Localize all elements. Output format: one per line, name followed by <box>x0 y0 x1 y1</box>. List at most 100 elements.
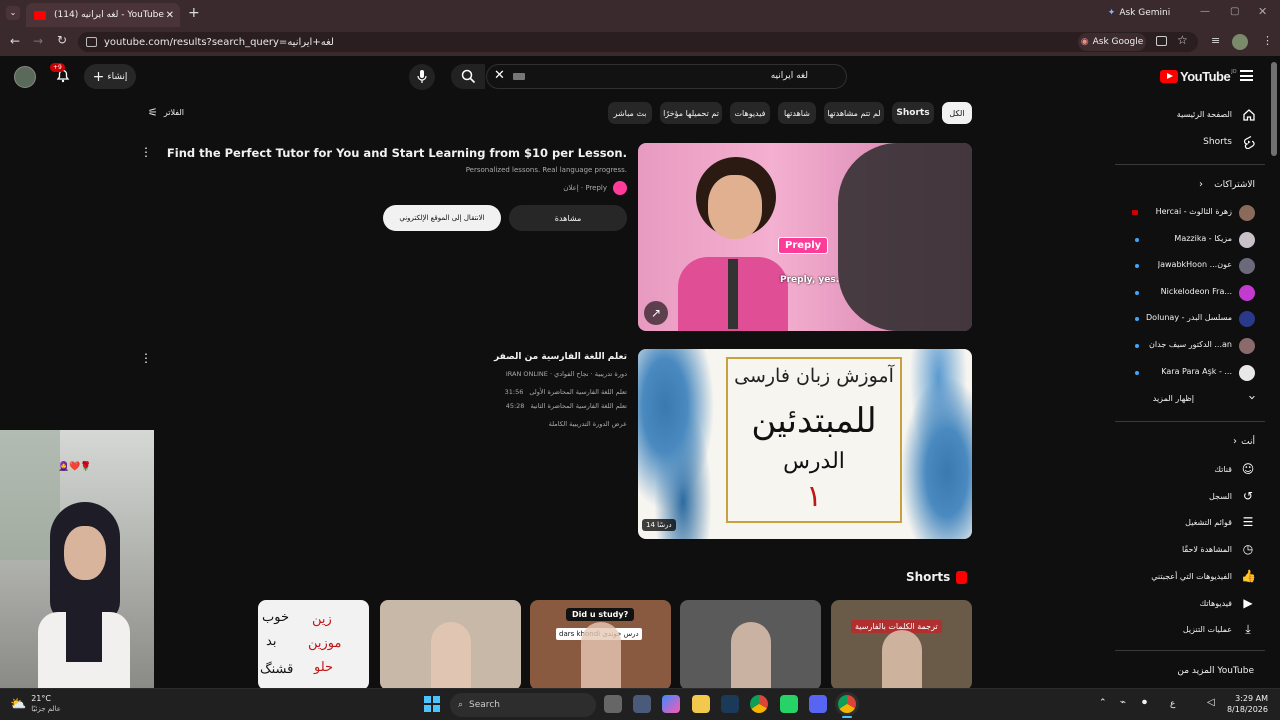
filter-chip[interactable]: فيديوهات <box>730 102 770 124</box>
guide-menu-icon[interactable] <box>1240 70 1253 81</box>
sidebar-item-shorts[interactable]: Shorts <box>1115 135 1260 151</box>
view-full-course-link[interactable]: عرض الدورة التدريبية الكاملة <box>549 420 627 428</box>
sidebar-scrollbar[interactable] <box>1271 62 1277 156</box>
file-explorer-icon[interactable] <box>692 695 710 713</box>
search-input[interactable]: لغه ايرانيه <box>771 71 808 81</box>
chrome-icon[interactable] <box>750 695 768 713</box>
filter-chip[interactable]: لم تتم مشاهدتها <box>824 102 884 124</box>
lesson-2-duration: 45:28 <box>505 402 525 410</box>
sidebar-item-you[interactable]: ▶ فيديوهاتك <box>1115 596 1260 614</box>
notifications-button[interactable]: +9 <box>50 63 73 85</box>
course-lesson-1[interactable]: 31:56 تعلم اللغة الفارسية المحاضرة الأول… <box>505 388 627 396</box>
search-box[interactable]: لغه ايرانيه ✕ <box>486 64 847 89</box>
sidebar-item-subscription[interactable]: Hercai - زهرة الثالوث <box>1115 204 1260 222</box>
sidebar-item-you[interactable]: 👍 الفيديوهات التي أعجبتني <box>1115 569 1260 587</box>
ad-title[interactable]: Find the Perfect Tutor for You and Start… <box>167 146 627 160</box>
short-card[interactable]: ترجمة الكلمات بالفارسية <box>831 600 972 690</box>
new-tab-button[interactable]: + <box>188 5 200 21</box>
whatsapp-icon[interactable] <box>780 695 798 713</box>
ask-gemini-button[interactable]: ✦ Ask Gemini <box>1104 5 1174 21</box>
filters-button[interactable]: ⚟ الفلاتر <box>148 106 184 119</box>
mic-tray-icon[interactable]: ⏺ <box>1142 697 1147 708</box>
sidebar-item-you[interactable]: ☺ قناتك <box>1115 462 1260 480</box>
sidebar-item-subscription[interactable]: الدكتور سيف جدان ...an <box>1115 337 1260 355</box>
weather-widget[interactable]: ⛅ 21°C عالم جزئيًا <box>10 694 61 714</box>
sidebar-item-you[interactable]: ☰ قوائم التشغيل <box>1115 515 1260 533</box>
chrome-active-icon[interactable] <box>838 695 856 713</box>
search-button[interactable] <box>451 64 485 89</box>
sidebar-item-you[interactable]: ⤓ عمليات التنزيل <box>1115 622 1260 640</box>
site-info-icon[interactable] <box>86 37 97 47</box>
volume-icon[interactable]: ◁ <box>1207 697 1215 708</box>
copilot-icon[interactable] <box>662 695 680 713</box>
account-avatar[interactable] <box>14 66 36 88</box>
task-view-icon[interactable] <box>604 695 622 713</box>
filter-chip[interactable]: بث مباشر <box>608 102 652 124</box>
steam-icon[interactable] <box>721 695 739 713</box>
filter-chip[interactable]: تم تحميلها مؤخرًا <box>660 102 722 124</box>
sidebar-item-you[interactable]: ◷ المشاهدة لاحقًا <box>1115 542 1260 560</box>
input-language[interactable]: ع <box>1170 699 1175 709</box>
plus-icon: + <box>92 68 105 85</box>
voice-search-button[interactable] <box>409 64 435 90</box>
sidebar-item-you[interactable]: ↺ السجل <box>1115 489 1260 507</box>
youtube-logo[interactable]: YouTube JO <box>1160 69 1237 84</box>
network-icon[interactable]: ⌁ <box>1120 697 1126 708</box>
show-more-button[interactable]: إظهار المزيد › <box>1115 392 1260 408</box>
tab-close-icon[interactable]: ✕ <box>166 10 174 21</box>
lessons-count-badge: 14 درسًا <box>642 519 676 531</box>
course-more-actions-icon[interactable]: ⋮ <box>140 351 152 365</box>
course-lesson-2[interactable]: 45:28 تعلم اللغة الفارسية المحاضرة الثان… <box>506 402 627 410</box>
reload-icon[interactable]: ↻ <box>57 33 67 47</box>
sidebar-item-subscription[interactable]: JawabkHoon ...عون <box>1115 257 1260 275</box>
profile-avatar[interactable] <box>1232 34 1248 50</box>
ad-visit-site-button[interactable]: الانتقال إلى الموقع الإلكتروني <box>383 205 501 231</box>
create-button[interactable]: + إنشاء <box>84 64 136 89</box>
discord-icon[interactable] <box>809 695 827 713</box>
short-card[interactable] <box>680 600 821 690</box>
ad-thumbnail[interactable]: Preply Preply, yes. ↗ <box>638 143 972 331</box>
subscriptions-header[interactable]: الاشتراكات › <box>1115 179 1255 194</box>
taskbar-search-box[interactable]: ⌕ Search <box>450 693 596 717</box>
course-channel-line[interactable]: IRAN ONLINE · دورة تدريبية · نجاح الفواد… <box>506 370 627 378</box>
bookmark-star-icon[interactable]: ☆ <box>1177 33 1188 47</box>
browser-menu-icon[interactable]: ⋮ <box>1262 34 1273 47</box>
course-thumbnail[interactable]: آموزش زبان فارسی للمبتدئين الدرس ١ 14 در… <box>638 349 972 539</box>
ad-more-actions-icon[interactable]: ⋮ <box>140 145 152 159</box>
picture-in-picture-video[interactable]: 🧕❤️🌹 <box>0 430 154 688</box>
filter-chip[interactable]: شاهدتها <box>778 102 816 124</box>
keyboard-icon[interactable] <box>513 73 525 80</box>
clear-search-icon[interactable]: ✕ <box>494 68 505 83</box>
tab-search-button[interactable]: ⌄ <box>6 6 20 20</box>
you-header[interactable]: أنت › <box>1115 436 1255 451</box>
clock[interactable]: 3:29 AM 8/18/2026 <box>1222 693 1268 715</box>
minimize-button[interactable]: — <box>1200 6 1210 17</box>
tray-overflow-icon[interactable]: ⌃ <box>1099 698 1107 708</box>
sidebar-item-subscription[interactable]: Kara Para Aşk - ... <box>1115 364 1260 382</box>
reading-list-icon[interactable]: ≡ <box>1211 34 1220 47</box>
pip-emoji-caption: 🧕❤️🌹 <box>58 462 92 472</box>
filter-chip[interactable]: Shorts <box>892 102 934 124</box>
short-card[interactable] <box>380 600 521 690</box>
address-bar[interactable]: youtube.com/results?search_query=لغه+اير… <box>78 32 1198 52</box>
sidebar-item-subscription[interactable]: Nickelodeon Fra... <box>1115 284 1260 302</box>
tab-youtube[interactable]: (114) لغه ايرانيه - YouTube ✕ <box>26 3 180 27</box>
sidebar-item-subscription[interactable]: Dolunay - مسلسل البدر <box>1115 310 1260 328</box>
short-card[interactable]: Did u study? dars khondi درس خوندی <box>530 600 671 690</box>
sidebar-item-home[interactable]: الصفحة الرئيسية <box>1115 108 1260 124</box>
ask-google-button[interactable]: ◉ Ask Google <box>1078 33 1146 51</box>
ad-watch-button[interactable]: مشاهدة <box>509 205 627 231</box>
maximize-button[interactable]: ▢ <box>1230 6 1239 17</box>
course-title[interactable]: تعلم اللغة الفارسية من الصفر <box>494 352 627 362</box>
short-word: بد <box>266 634 277 649</box>
start-button[interactable] <box>424 696 440 712</box>
close-window-button[interactable]: ✕ <box>1258 5 1267 18</box>
forward-icon[interactable]: → <box>33 34 43 48</box>
short-card[interactable]: زين خوب موزين بد حلو قشنگ <box>258 600 369 690</box>
external-link-icon[interactable]: ↗ <box>644 301 668 325</box>
back-icon[interactable]: ← <box>10 34 20 48</box>
install-app-icon[interactable] <box>1156 36 1167 46</box>
widgets-icon[interactable] <box>633 695 651 713</box>
filter-chip[interactable]: الكل <box>942 102 972 124</box>
sidebar-item-subscription[interactable]: Mazzika - مزيكا <box>1115 231 1260 249</box>
